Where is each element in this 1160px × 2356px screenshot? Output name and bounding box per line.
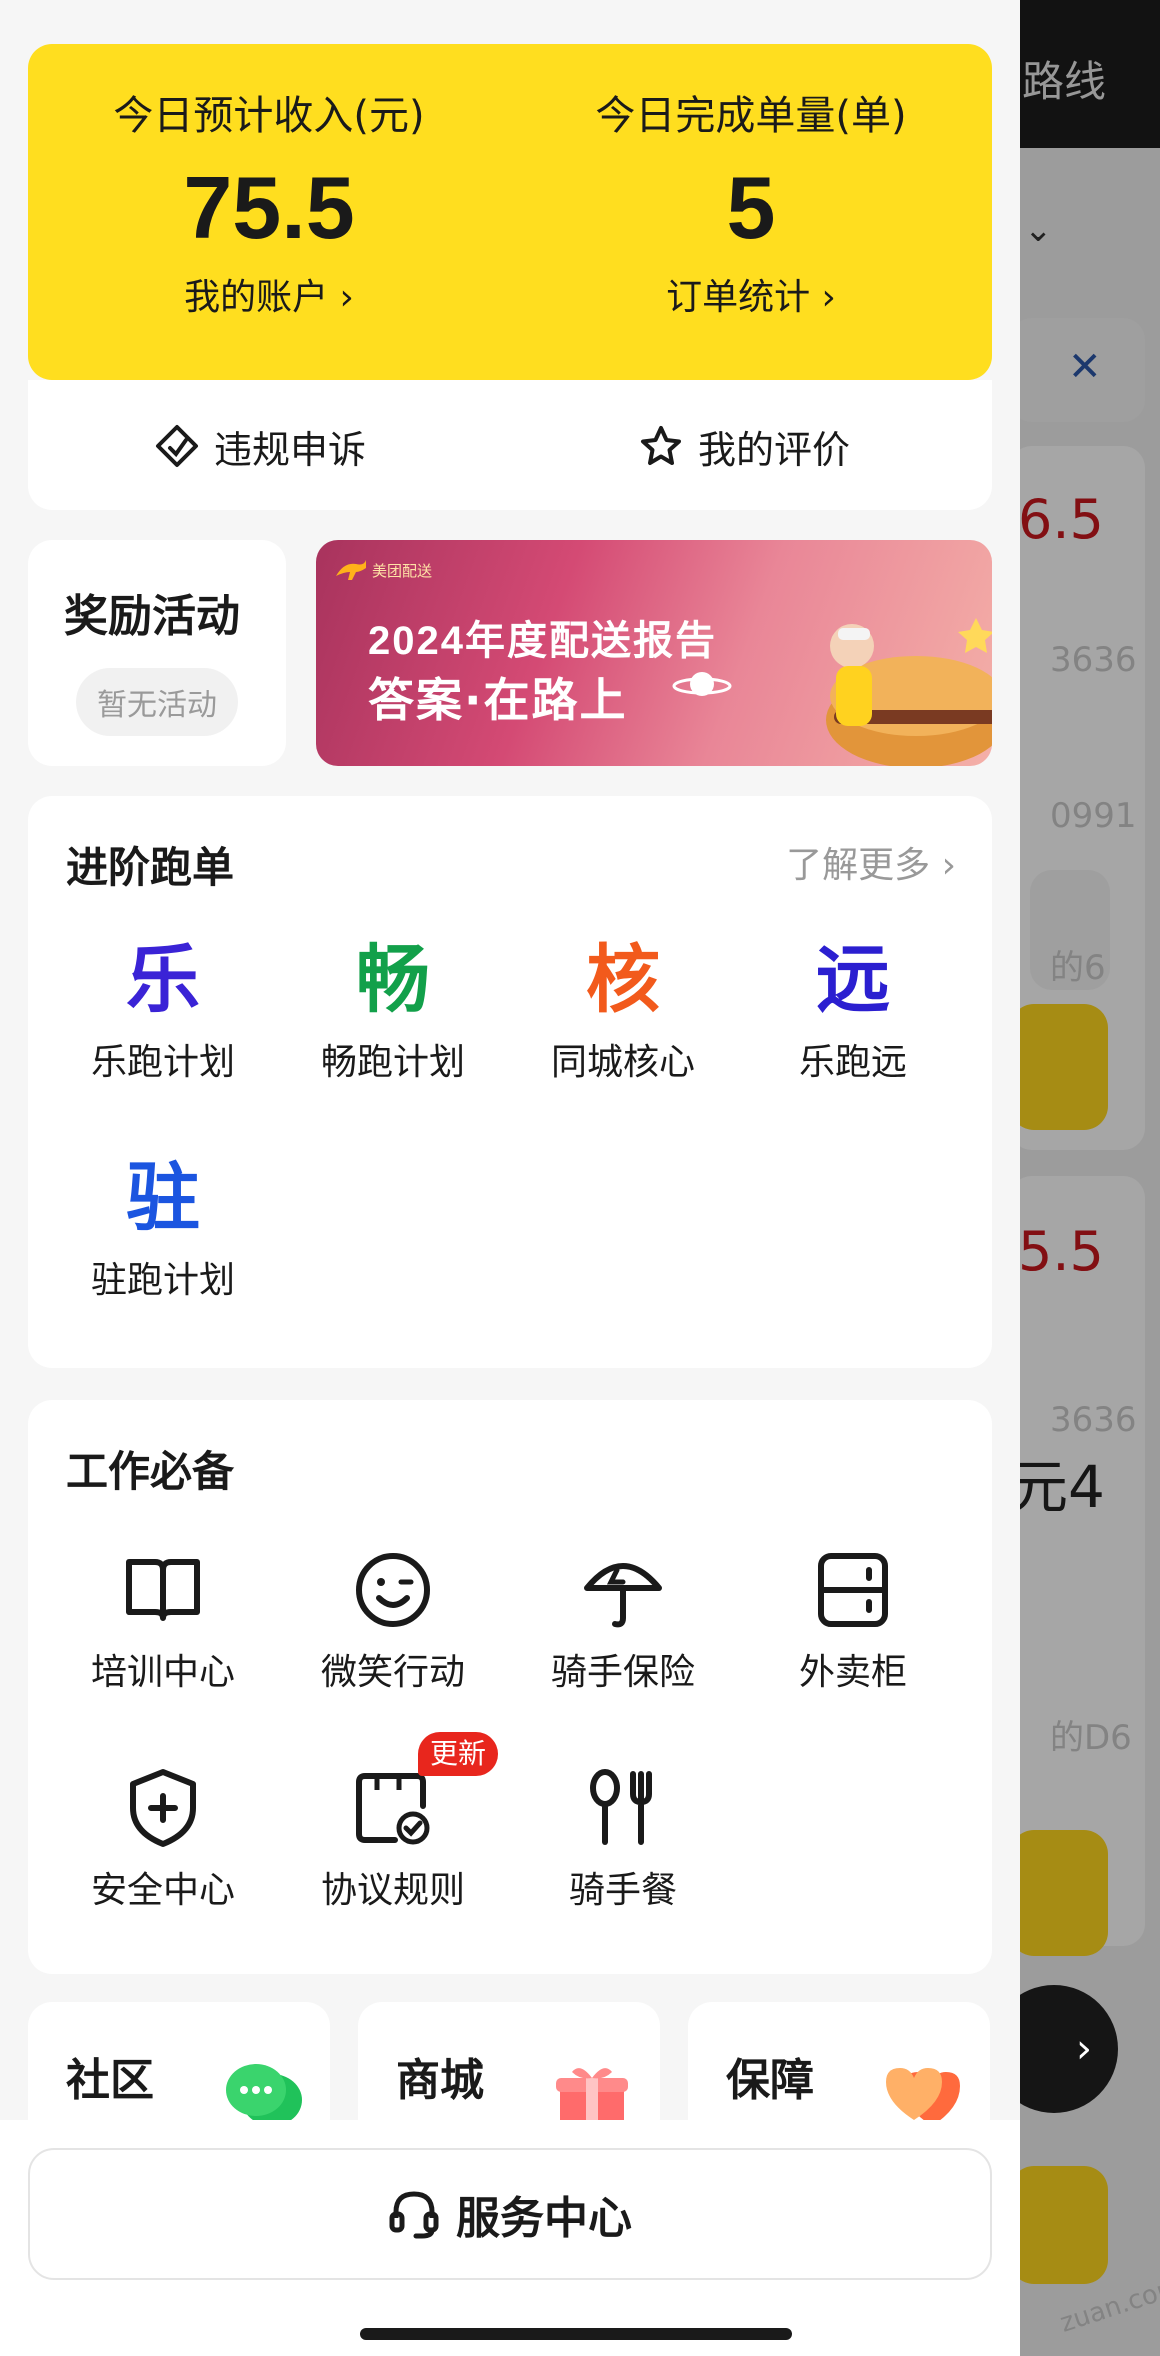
rating-button[interactable]: 我的评价 [638, 418, 850, 474]
burger-illustration [826, 618, 992, 766]
chevron-right-icon: › [1076, 2026, 1092, 2072]
smile-action[interactable]: 微笑行动 [278, 1540, 508, 1698]
plan-label: 乐跑计划 [90, 1042, 235, 1083]
appeal-button[interactable]: 违规申诉 [154, 418, 366, 474]
banner-headline: 2024年度配送报告 [368, 619, 717, 663]
rider-meal[interactable]: 骑手餐 [508, 1758, 738, 1916]
work-title: 工作必备 [66, 1447, 235, 1496]
income-label: 今日预计收入(元) [113, 93, 425, 139]
yuan-glyph-icon: 远 [816, 937, 890, 1023]
book-icon [126, 1559, 200, 1621]
reward-card[interactable]: 奖励活动 暂无活动 [28, 540, 286, 766]
mall-title: 商城 [396, 2055, 484, 2106]
headset-icon [389, 2191, 439, 2239]
service-center-button[interactable]: 服务中心 [28, 2148, 992, 2280]
orders-label: 今日完成单量(单) [595, 93, 907, 139]
umbrella-icon [584, 1563, 662, 1628]
rating-label: 我的评价 [698, 427, 851, 472]
training-label: 培训中心 [90, 1652, 235, 1693]
safety-label: 安全中心 [90, 1870, 235, 1911]
smile-icon [356, 1553, 430, 1627]
annual-report-banner[interactable]: 美团配送 2024年度配送报告 答案·在路上 [316, 540, 992, 766]
community-title: 社区 [66, 2055, 154, 2106]
le-glyph-icon: 乐 [126, 937, 200, 1023]
meal-label: 骑手餐 [568, 1870, 677, 1911]
reward-title: 奖励活动 [64, 591, 240, 642]
protection-title: 保障 [726, 2055, 814, 2106]
income-value: 75.5 [183, 158, 355, 257]
update-badge: 更新 [418, 1732, 499, 1776]
orders-value: 5 [726, 158, 776, 257]
plan-label: 驻跑计划 [90, 1260, 235, 1301]
insurance-label: 骑手保险 [550, 1652, 695, 1693]
appeal-icon [156, 425, 198, 467]
star-icon [641, 426, 681, 465]
plan-tongcheng-core[interactable]: 核 同城核心 [508, 930, 738, 1088]
cutlery-icon [590, 1769, 652, 1845]
planet-icon [672, 672, 732, 696]
work-essentials-section: 工作必备 培训中心 微笑行动 骑手保险 外卖柜 安全中心 协议规则 更新 骑手餐 [28, 1400, 992, 1974]
plan-le-pao-yuan[interactable]: 远 乐跑远 [738, 930, 968, 1088]
service-center-label: 服务中心 [456, 2193, 632, 2244]
banner-subline: 答案·在路上 [368, 673, 628, 727]
brand-label: 美团配送 [372, 562, 433, 580]
food-locker[interactable]: 外卖柜 [738, 1540, 968, 1698]
appeal-label: 违规申诉 [214, 427, 367, 472]
orders-stat[interactable]: 今日完成单量(单) 5 订单统计 › [510, 88, 992, 324]
plan-label: 乐跑远 [798, 1042, 907, 1083]
reward-status: 暂无活动 [76, 668, 238, 736]
my-account-link[interactable]: 我的账户 › [28, 272, 510, 324]
income-stat[interactable]: 今日预计收入(元) 75.5 我的账户 › [28, 88, 510, 324]
plan-chang-pao[interactable]: 畅 畅跑计划 [278, 930, 508, 1088]
plan-zhu-pao[interactable]: 驻 驻跑计划 [48, 1148, 278, 1306]
locker-icon [818, 1553, 888, 1627]
smile-label: 微笑行动 [320, 1652, 465, 1693]
plan-label: 畅跑计划 [320, 1042, 465, 1083]
agreement-icon [356, 1773, 430, 1845]
rider-insurance[interactable]: 骑手保险 [508, 1540, 738, 1698]
home-indicator [360, 2328, 792, 2340]
quick-actions: 违规申诉 我的评价 [28, 380, 992, 510]
order-stats-link[interactable]: 订单统计 › [510, 272, 992, 324]
plan-le-pao[interactable]: 乐 乐跑计划 [48, 930, 278, 1088]
chang-glyph-icon: 畅 [356, 937, 430, 1023]
side-drawer: 今日预计收入(元) 75.5 我的账户 › 今日完成单量(单) 5 订单统计 ›… [0, 0, 1020, 2356]
earnings-card: 今日预计收入(元) 75.5 我的账户 › 今日完成单量(单) 5 订单统计 › [28, 44, 992, 380]
kangaroo-logo-icon [336, 560, 366, 580]
plan-label: 同城核心 [550, 1042, 695, 1083]
learn-more-link[interactable]: 了解更多 › [786, 836, 956, 888]
shield-plus-icon [130, 1769, 196, 1847]
advanced-section: 进阶跑单 了解更多 › 乐 乐跑计划 畅 畅跑计划 核 同城核心 远 乐跑远 驻… [28, 796, 992, 1368]
training-center[interactable]: 培训中心 [48, 1540, 278, 1698]
agreement-label: 协议规则 [320, 1870, 465, 1911]
safety-center[interactable]: 安全中心 [48, 1758, 278, 1916]
locker-label: 外卖柜 [798, 1652, 907, 1693]
advanced-title: 进阶跑单 [66, 843, 235, 892]
he-glyph-icon: 核 [586, 937, 660, 1023]
zhu-glyph-icon: 驻 [126, 1155, 200, 1241]
agreement-rules[interactable]: 协议规则 更新 [278, 1732, 508, 1916]
